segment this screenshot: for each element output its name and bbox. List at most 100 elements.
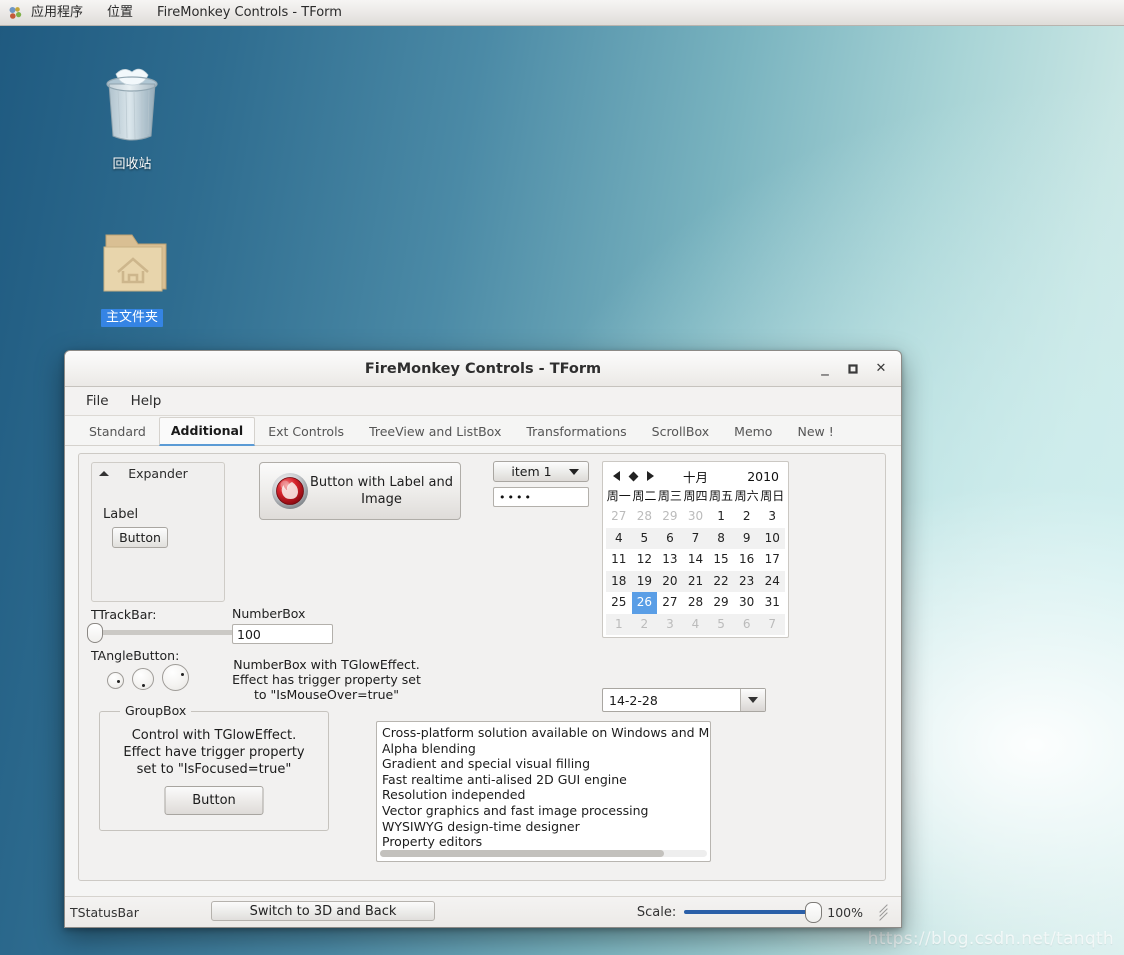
calendar-day[interactable]: 8: [708, 528, 734, 550]
scrollbar-thumb[interactable]: [380, 850, 665, 857]
calendar-day[interactable]: 5: [632, 528, 658, 550]
tab-additional[interactable]: Additional: [158, 417, 256, 446]
calendar-day[interactable]: 2: [734, 506, 760, 528]
calendar-day[interactable]: 14: [683, 549, 709, 571]
calendar-day[interactable]: 1: [606, 614, 632, 636]
calendar-day[interactable]: 15: [708, 549, 734, 571]
calendar-day[interactable]: 27: [606, 506, 632, 528]
calendar-day[interactable]: 16: [734, 549, 760, 571]
angle-button-large[interactable]: [162, 664, 189, 691]
tab-treeview-and-listbox[interactable]: TreeView and ListBox: [357, 418, 513, 445]
date-combobox-value: 14-2-28: [609, 692, 658, 708]
list-item[interactable]: Property editors: [377, 834, 710, 850]
desktop-icon-trash[interactable]: 回收站: [72, 60, 192, 174]
calendar-day[interactable]: 12: [632, 549, 658, 571]
angle-button-small[interactable]: [107, 672, 124, 689]
menu-places[interactable]: 位置: [95, 0, 145, 25]
listbox[interactable]: Cross-platform solution available on Win…: [376, 721, 711, 862]
expander-control[interactable]: Expander Label Button: [91, 462, 225, 602]
list-item[interactable]: Cross-platform solution available on Win…: [377, 725, 710, 741]
close-button[interactable]: ✕: [867, 355, 895, 383]
calendar-day[interactable]: 25: [606, 592, 632, 614]
calendar-day[interactable]: 23: [734, 571, 760, 593]
calendar-day[interactable]: 7: [683, 528, 709, 550]
calendar-day-selected[interactable]: 26: [631, 592, 658, 614]
tab-memo[interactable]: Memo: [722, 418, 784, 445]
switch-to-3d-button[interactable]: Switch to 3D and Back: [211, 901, 435, 921]
numberbox-label: NumberBox: [232, 606, 306, 621]
calendar-day[interactable]: 31: [759, 592, 785, 614]
menu-applications[interactable]: 应用程序: [19, 0, 95, 25]
menu-file[interactable]: File: [75, 388, 120, 414]
list-item[interactable]: Alpha blending: [377, 741, 710, 757]
calendar-day[interactable]: 21: [683, 571, 709, 593]
menu-help[interactable]: Help: [120, 388, 173, 414]
calendar-day[interactable]: 20: [657, 571, 683, 593]
calendar-day[interactable]: 9: [734, 528, 760, 550]
groupbox-button[interactable]: Button: [164, 786, 264, 815]
calendar-day[interactable]: 13: [657, 549, 683, 571]
numberbox-desc-line3: to "IsMouseOver=true": [254, 687, 399, 702]
tab-scrollbox[interactable]: ScrollBox: [640, 418, 722, 445]
calendar-day[interactable]: 3: [759, 506, 785, 528]
calendar-day[interactable]: 17: [759, 549, 785, 571]
calendar-day[interactable]: 2: [632, 614, 658, 636]
minimize-button[interactable]: _: [811, 355, 839, 383]
groupbox-desc-line1: Control with TGlowEffect.: [131, 728, 297, 743]
tab-transformations[interactable]: Transformations: [514, 418, 638, 445]
calendar-day[interactable]: 6: [734, 614, 760, 636]
calendar-day[interactable]: 30: [683, 506, 709, 528]
calendar-day[interactable]: 29: [657, 506, 683, 528]
calendar-day[interactable]: 4: [683, 614, 709, 636]
expander-button[interactable]: Button: [112, 527, 168, 548]
calendar-day[interactable]: 7: [759, 614, 785, 636]
angle-indicator-dot: [117, 680, 120, 683]
calendar-day[interactable]: 18: [606, 571, 632, 593]
desktop-icon-home-folder[interactable]: 主文件夹: [72, 225, 192, 327]
calendar-day[interactable]: 19: [632, 571, 658, 593]
calendar-day[interactable]: 30: [734, 592, 760, 614]
expander-header[interactable]: Expander: [92, 463, 224, 485]
calendar-day[interactable]: 5: [708, 614, 734, 636]
resize-grip-icon[interactable]: [877, 904, 889, 921]
watermark: https://blog.csdn.net/tanqth: [867, 929, 1114, 949]
scale-slider[interactable]: [684, 902, 823, 923]
angle-button-medium[interactable]: [132, 668, 154, 690]
list-item[interactable]: Resolution independed: [377, 787, 710, 803]
panel-window-title[interactable]: FireMonkey Controls - TForm: [145, 0, 354, 25]
calendar-week-row: 25 26 27 28 29 30 31: [606, 592, 785, 614]
combobox-item[interactable]: item 1: [493, 461, 589, 482]
trackbar-slider[interactable]: [87, 623, 236, 643]
maximize-button[interactable]: [839, 355, 867, 383]
calendar-day[interactable]: 1: [708, 506, 734, 528]
trackbar-knob[interactable]: [87, 623, 103, 643]
calendar-day[interactable]: 11: [606, 549, 632, 571]
list-item[interactable]: WYSIWYG design-time designer: [377, 819, 710, 835]
list-item[interactable]: Vector graphics and fast image processin…: [377, 803, 710, 819]
list-item[interactable]: Gradient and special visual filling: [377, 756, 710, 772]
numberbox-input[interactable]: 100: [232, 624, 333, 644]
password-input[interactable]: ••••: [493, 487, 589, 507]
button-with-label-and-image[interactable]: Button with Label and Image: [259, 462, 461, 520]
listbox-horizontal-scrollbar[interactable]: [380, 850, 707, 857]
scale-slider-knob[interactable]: [805, 902, 823, 923]
calendar-day[interactable]: 6: [657, 528, 683, 550]
calendar-day[interactable]: 22: [708, 571, 734, 593]
calendar-day[interactable]: 28: [683, 592, 709, 614]
date-combobox-dropdown-button[interactable]: [740, 689, 765, 711]
calendar-day[interactable]: 4: [606, 528, 632, 550]
calendar-day[interactable]: 27: [657, 592, 683, 614]
list-item[interactable]: Fast realtime anti-alised 2D GUI engine: [377, 772, 710, 788]
tab-new[interactable]: New !: [785, 418, 845, 445]
tab-standard[interactable]: Standard: [77, 418, 158, 445]
calendar-day[interactable]: 29: [708, 592, 734, 614]
date-combobox[interactable]: 14-2-28: [602, 688, 766, 712]
calendar-control[interactable]: 十月 2010 周一 周二 周三 周四 周五 周六 周日 27 28 29 30 1 2 3…: [602, 461, 789, 638]
calendar-day[interactable]: 3: [657, 614, 683, 636]
calendar-day[interactable]: 24: [759, 571, 785, 593]
window-titlebar[interactable]: FireMonkey Controls - TForm _ ✕: [65, 351, 901, 387]
calendar-week-row: 11 12 13 14 15 16 17: [606, 549, 785, 571]
tab-ext-controls[interactable]: Ext Controls: [256, 418, 356, 445]
calendar-day[interactable]: 28: [632, 506, 658, 528]
calendar-day[interactable]: 10: [759, 528, 785, 550]
